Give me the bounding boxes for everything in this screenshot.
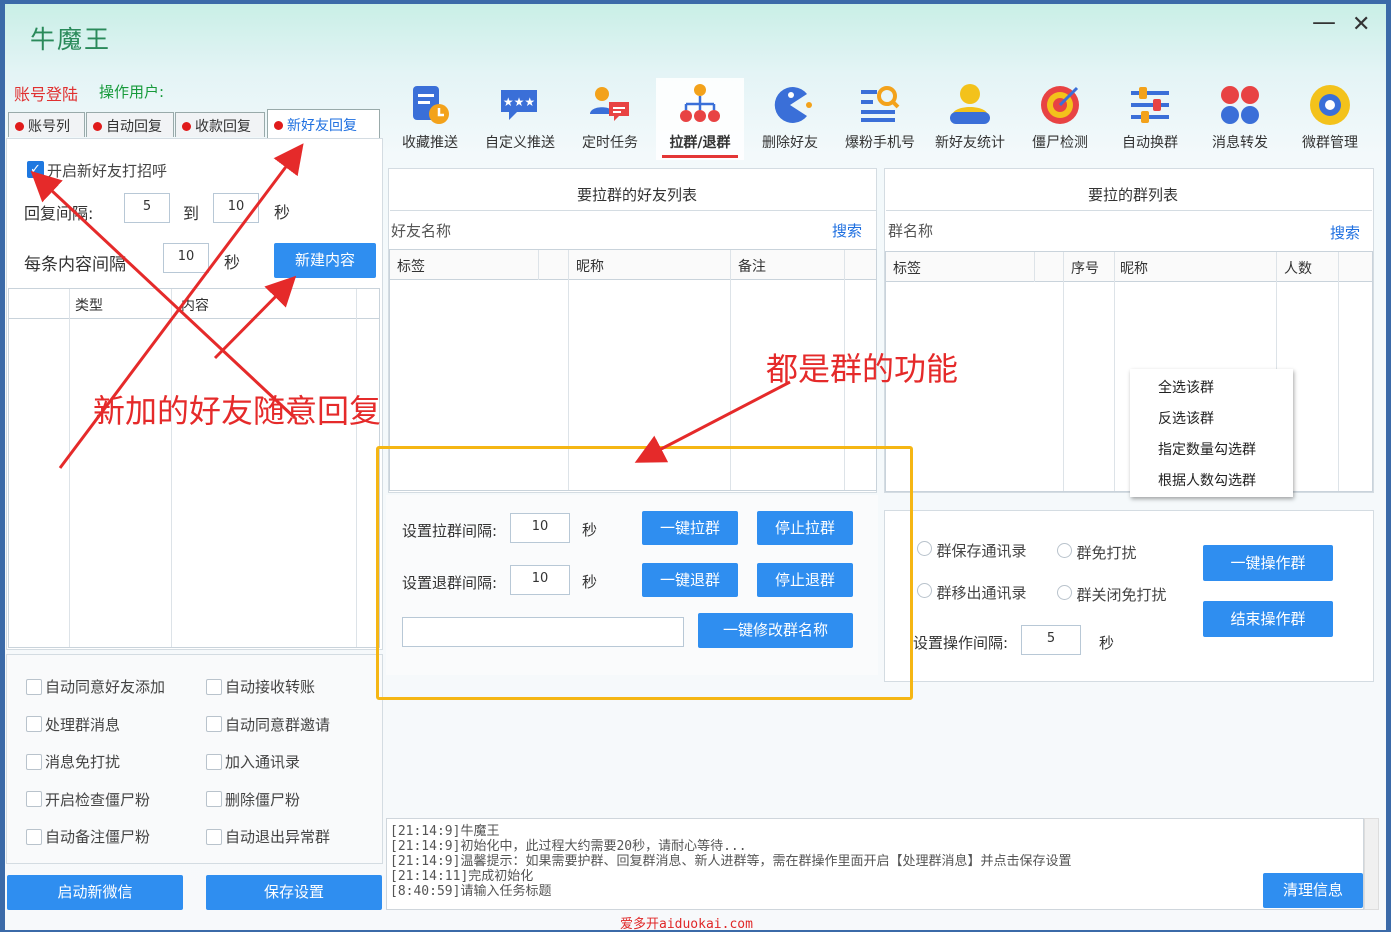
annotation-left: 新加的好友随意回复	[93, 392, 382, 430]
annotation-arrows	[30, 143, 791, 469]
annotation-right: 都是群的功能	[766, 350, 959, 388]
